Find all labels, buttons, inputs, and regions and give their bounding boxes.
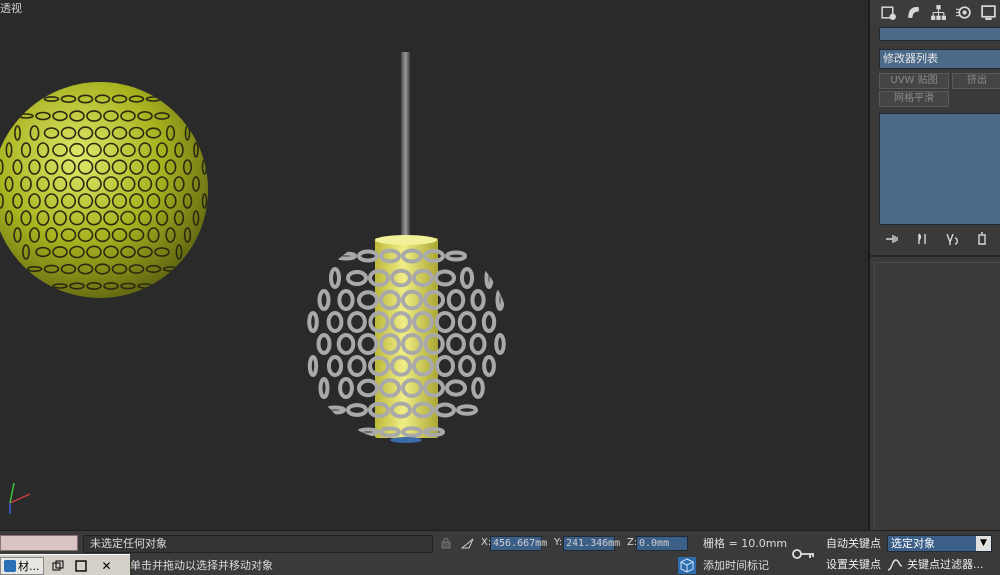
command-panel: 修改器列表 UVW 贴图 挤出 网格平滑 [868,0,1000,530]
maxscript-listener-input[interactable] [0,535,78,551]
absolute-mode-icon[interactable] [461,537,475,549]
command-panel-tabs [870,0,1000,24]
make-unique-icon[interactable] [940,230,964,248]
key-mode-select[interactable]: 选定对象 ▼ [887,535,992,552]
axis-gizmo [9,482,31,514]
windows-taskbar: 材... ✕ [0,554,130,575]
curve-icon [887,559,903,571]
auto-key-button[interactable]: 自动关键点 [826,535,884,552]
hierarchy-icon[interactable] [926,1,951,23]
scene-canvas[interactable] [0,0,868,530]
pin-stack-icon[interactable] [880,230,904,248]
green-perforated-sphere[interactable] [0,82,208,298]
time-tag-icon[interactable] [678,557,696,574]
motion-icon[interactable] [951,1,976,23]
show-end-result-icon[interactable] [910,230,934,248]
pendant-lamp[interactable] [307,52,506,443]
y-coord-field[interactable]: 241.346mm [563,536,620,551]
app-icon [4,559,16,572]
taskbar-item-material-editor[interactable]: 材... [0,556,44,575]
maximize-window-icon[interactable] [72,558,90,574]
set-key-button[interactable]: 设置关键点 [826,556,884,573]
key-filters-button[interactable]: 关键点过滤器... [887,556,992,574]
perspective-viewport[interactable]: 透视 [0,0,868,530]
panel-divider [870,255,1000,257]
parameters-rollout-area[interactable] [874,262,1000,530]
display-icon[interactable] [976,1,1000,23]
chevron-down-icon[interactable]: ▼ [976,536,991,551]
x-coord-field[interactable]: 456.667mm [490,536,547,551]
uvw-map-button[interactable]: UVW 贴图 [879,73,949,89]
mesh-smooth-button[interactable]: 网格平滑 [879,91,949,107]
taskbar-item-label: 材... [18,559,40,573]
extrude-button[interactable]: 挤出 [952,73,1000,89]
key-filters-label: 关键点过滤器... [907,558,984,571]
status-bar: 材... ✕ 未选定任何对象 单击并拖动以选择并移动对象 X: 456.667m… [0,530,1000,575]
key-mode-selected: 选定对象 [891,537,935,550]
selection-status-text: 未选定任何对象 [83,535,433,553]
viewport-label[interactable]: 透视 [0,0,22,16]
restore-window-icon[interactable] [49,558,67,574]
stack-tools [870,228,1000,250]
y-coord-label: Y: [554,537,563,548]
modifier-stack[interactable] [879,113,1000,225]
create-icon[interactable] [876,1,901,23]
object-name-field[interactable] [879,27,1000,41]
grid-size-text: 栅格 = 10.0mm [703,537,788,550]
modifier-list-dropdown[interactable]: 修改器列表 [879,49,1000,69]
add-time-tag-button[interactable]: 添加时间标记 [703,558,769,574]
lamp-rod [401,52,410,255]
modify-icon[interactable] [901,1,926,23]
remove-modifier-icon[interactable] [970,230,994,248]
key-icon[interactable] [790,543,818,565]
close-window-icon[interactable]: ✕ [102,559,112,573]
prompt-text: 单击并拖动以选择并移动对象 [130,559,273,572]
z-coord-field[interactable]: 0.0mm [636,536,688,551]
selection-lock-icon[interactable] [440,537,452,549]
